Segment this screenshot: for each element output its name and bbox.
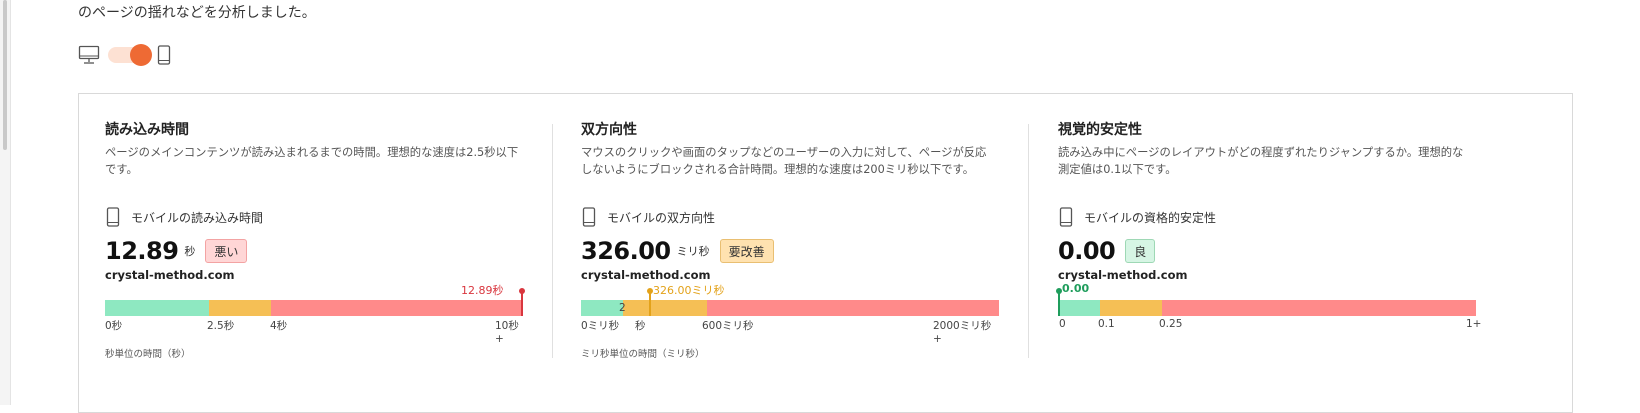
bar-good-segment [581,300,623,316]
axis-title: 秒単位の時間（秒） [105,349,191,360]
metric-subtitle: モバイルの双方向性 [581,206,715,228]
device-switch[interactable] [108,44,152,66]
left-scrollbar[interactable] [0,0,11,405]
description-line: 測定値は0.1以下です。 [1058,163,1177,176]
bar-warn-segment [209,300,271,316]
score-bar [105,300,523,316]
status-badge: 要改善 [719,239,774,263]
tick-label: 0ミリ秒 [581,320,620,332]
mobile-icon [581,206,597,228]
description-line: マウスのクリックや画面のタップなどのユーザーの入力に対して、ページが反応 [581,146,987,159]
metric-subtitle: モバイルの読み込み時間 [105,206,263,228]
marker-dot [519,288,525,294]
metric-unit: 秒 [184,245,196,258]
subtitle-text: モバイルの双方向性 [607,210,716,225]
metric-value: 0.00 [1058,237,1116,265]
axis-title: ミリ秒単位の時間（ミリ秒） [581,349,705,360]
intro-text: のページの揺れなどを分析しました。 [78,5,316,21]
metric-title: 読み込み時間 [105,122,189,138]
status-badge: 良 [1125,239,1156,263]
scrollbar-thumb[interactable] [3,0,7,150]
score-bar [1058,300,1476,316]
column-divider [552,124,553,358]
metric-visual-stability: 視覚的安定性 読み込み中にページのレイアウトがどの程度ずれたりジャンプするか。理… [1056,120,1498,330]
bar-bad-segment [707,300,999,316]
column-divider [1028,124,1029,358]
bar-good-segment [105,300,209,316]
metric-title: 双方向性 [581,122,637,138]
marker-label: 326.00ミリ秒 [653,284,725,297]
bar-warn-segment [1100,300,1162,316]
tick-label: 0.25 [1159,318,1183,330]
value-marker [647,288,653,316]
marker-dot [647,288,653,294]
status-badge: 悪い [205,239,248,263]
bar-warn-segment [623,300,707,316]
metric-interactivity: 双方向性 マウスのクリックや画面のタップなどのユーザーの入力に対して、ページが反… [581,120,1021,360]
description-line: です。 [105,163,138,176]
tick-label: 0.1 [1098,318,1115,330]
tick-label: 600ミリ秒 [702,320,754,332]
description-line: しないようにブロックされる合計時間。理想的な速度は200ミリ秒以下です。 [581,163,975,176]
metric-value-row: 326.00 ミリ秒 要改善 [581,236,774,266]
tick-label: 秒 [635,320,646,332]
metric-description: ページのメインコンテンツが読み込まれるまでの時間。理想的な速度は2.5秒以下 で… [105,144,545,184]
site-domain: crystal-method.com [105,268,235,282]
mobile-icon [105,206,121,228]
tick-label: 0秒 [105,320,123,332]
tick-label: 1+ [1466,318,1482,330]
tick-label: 0 [1059,318,1066,330]
axis-ticks: 0 0.1 0.25 1+ [1058,318,1481,334]
score-bar [581,300,999,316]
switch-knob [130,44,152,66]
bar-bad-segment [1162,300,1476,316]
description-line: ページのメインコンテンツが読み込まれるまでの時間。理想的な速度は2.5秒以下 [105,146,519,159]
subtitle-text: モバイルの読み込み時間 [131,210,264,225]
tick-label: 10秒+ [495,320,519,345]
axis-ticks: 0ミリ秒 2 秒 600ミリ秒 2000ミリ秒+ [581,302,999,345]
site-domain: crystal-method.com [1058,268,1188,282]
tick-label: 2.5秒 [207,320,235,332]
metric-description: マウスのクリックや画面のタップなどのユーザーの入力に対して、ページが反応 しない… [581,144,1021,184]
axis-ticks: 0秒 2.5秒 4秒 10秒+ [105,318,523,345]
metric-load-time: 読み込み時間 ページのメインコンテンツが読み込まれるまでの時間。理想的な速度は2… [105,120,545,360]
bar-good-segment [1058,300,1100,316]
metric-value-row: 12.89 秒 悪い [105,236,248,266]
metric-unit: ミリ秒 [676,245,710,258]
metric-value: 12.89 [105,237,179,265]
tick-label: 4秒 [270,320,288,332]
value-marker [519,288,525,316]
metric-value: 326.00 [581,237,671,265]
marker-label: 12.89秒 [461,284,504,297]
metric-value-row: 0.00 良 [1058,236,1156,266]
device-toggle [78,44,172,66]
site-domain: crystal-method.com [581,268,711,282]
desktop-icon[interactable] [78,44,100,66]
tick-label: 2000ミリ秒+ [933,320,992,345]
metric-subtitle: モバイルの資格的安定性 [1058,206,1216,228]
mobile-icon [1058,206,1074,228]
marker-dot [1056,288,1062,294]
description-line: 読み込み中にページのレイアウトがどの程度ずれたりジャンプするか。理想的な [1058,146,1464,159]
tick-label: 2 [619,302,626,314]
mobile-icon[interactable] [156,44,172,66]
metric-title: 視覚的安定性 [1058,122,1142,138]
value-marker [1056,288,1062,316]
metric-description: 読み込み中にページのレイアウトがどの程度ずれたりジャンプするか。理想的な 測定値… [1058,144,1498,184]
subtitle-text: モバイルの資格的安定性 [1084,210,1217,225]
marker-label: 0.00 [1062,282,1090,295]
bar-bad-segment [271,300,523,316]
